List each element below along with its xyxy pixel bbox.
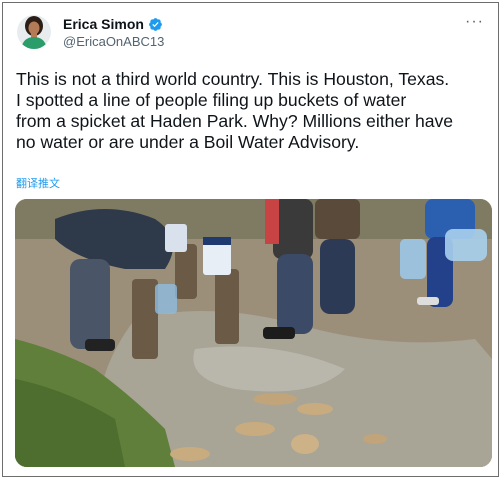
author-handle[interactable]: @EricaOnABC13: [63, 34, 164, 49]
avatar-image: [17, 15, 51, 49]
more-options-icon[interactable]: ···: [465, 13, 484, 31]
tweet-line: I spotted a line of people filing up buc…: [16, 90, 407, 110]
author-avatar[interactable]: [17, 15, 51, 49]
tweet-text: This is not a third world country. This …: [16, 69, 496, 153]
tweet-line: no water or are under a Boil Water Advis…: [16, 132, 360, 152]
translate-tweet-link[interactable]: 翻译推文: [16, 175, 60, 191]
photo-people-collecting-water: [15, 199, 492, 467]
verified-badge-icon: [149, 17, 162, 31]
tweet-line: This is not a third world country. This …: [16, 69, 450, 89]
tweet-card[interactable]: Erica Simon @EricaOnABC13 ··· This is no…: [2, 2, 499, 477]
tweet-photo[interactable]: [15, 199, 492, 467]
author-name[interactable]: Erica Simon: [63, 16, 144, 32]
tweet-line: from a spicket at Haden Park. Why? Milli…: [16, 111, 454, 131]
